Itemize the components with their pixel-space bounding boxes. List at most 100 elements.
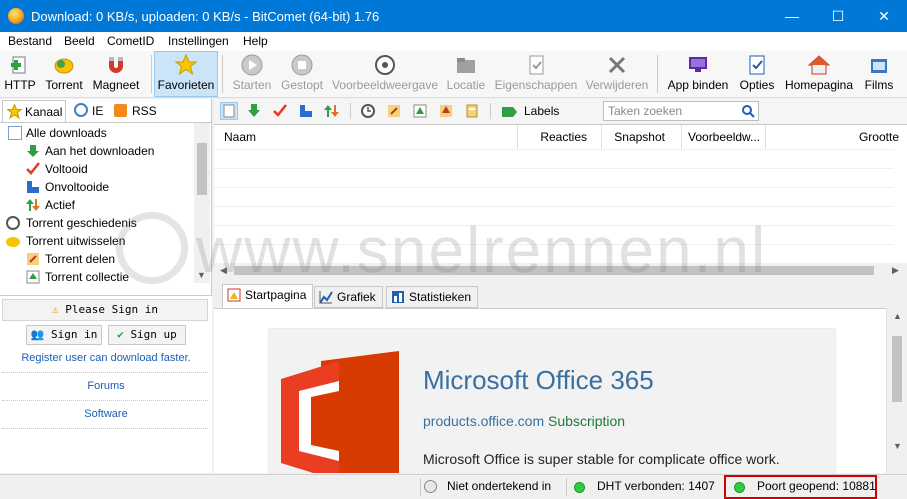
tree-item-all-downloads[interactable]: Alle downloads bbox=[2, 124, 194, 142]
tree-item-torrent-collection[interactable]: Torrent collectie bbox=[2, 268, 194, 284]
down-arrow-icon bbox=[26, 144, 40, 158]
add-torrent-button[interactable]: Torrent bbox=[42, 52, 86, 96]
signin-notice: ⚠ Please Sign in bbox=[2, 299, 208, 321]
channel-tree: Alle downloads Aan het downloaden Voltoo… bbox=[2, 124, 194, 284]
location-button[interactable]: Locatie bbox=[444, 52, 488, 96]
divider bbox=[2, 428, 208, 429]
main-toolbar: HTTP Torrent Magneet Favorieten Starten … bbox=[0, 51, 907, 98]
column-header-snapshot[interactable]: Snapshot bbox=[602, 125, 682, 149]
chevron-down-icon[interactable]: ▼ bbox=[197, 270, 206, 280]
scrollbar-thumb[interactable] bbox=[892, 336, 902, 402]
homepage-button[interactable]: Homepagina bbox=[782, 52, 856, 96]
tree-item-active[interactable]: Actief bbox=[2, 196, 194, 214]
preview-icon bbox=[374, 54, 396, 76]
menu-beeld[interactable]: Beeld bbox=[64, 34, 95, 48]
dht-status[interactable]: DHT verbonden: 1407 bbox=[597, 479, 715, 493]
tab-ie[interactable]: IE bbox=[72, 100, 106, 122]
ad-url[interactable]: products.office.com Subscription bbox=[423, 413, 625, 429]
app-bind-icon bbox=[687, 54, 709, 76]
scrollbar-thumb[interactable] bbox=[197, 143, 207, 195]
preview-button[interactable]: Voorbeeldweergave bbox=[331, 52, 439, 96]
incomplete-filter-icon[interactable] bbox=[298, 103, 314, 119]
close-button[interactable]: ✕ bbox=[861, 0, 907, 32]
app-bind-button[interactable]: App binden bbox=[664, 52, 732, 96]
new-task-icon[interactable] bbox=[220, 102, 238, 120]
document-icon bbox=[8, 126, 22, 140]
add-http-button[interactable]: HTTP bbox=[4, 52, 36, 96]
tab-statistieken[interactable]: Statistieken bbox=[386, 286, 479, 308]
search-icon[interactable] bbox=[741, 104, 755, 121]
column-header-reactions[interactable]: Reacties bbox=[518, 125, 602, 149]
list-horizontal-scrollbar[interactable]: ◀ ▶ bbox=[214, 263, 907, 278]
tab-startpagina[interactable]: Startpagina bbox=[222, 284, 314, 308]
column-header-name[interactable]: Naam bbox=[214, 125, 518, 149]
tree-item-torrent-exchange[interactable]: Torrent uitwisselen bbox=[2, 232, 194, 250]
rss-icon bbox=[114, 104, 127, 117]
sign-in-button[interactable]: 👥 Sign in bbox=[26, 325, 102, 345]
menu-help[interactable]: Help bbox=[243, 34, 268, 48]
stop-icon bbox=[291, 54, 313, 76]
office-ad-banner[interactable]: Microsoft Office 365 products.office.com… bbox=[268, 328, 836, 473]
signin-status[interactable]: Niet ondertekend in bbox=[447, 479, 551, 493]
software-link[interactable]: Software bbox=[0, 408, 212, 420]
tree-scrollbar[interactable]: ▼ bbox=[194, 123, 210, 283]
delete-button[interactable]: Verwijderen bbox=[585, 52, 649, 96]
register-link[interactable]: Register user can download faster. bbox=[0, 352, 212, 364]
chevron-up-icon[interactable]: ▲ bbox=[893, 311, 902, 321]
menu-instellingen[interactable]: Instellingen bbox=[168, 34, 229, 48]
column-header-size[interactable]: Grootte bbox=[766, 125, 907, 149]
chevron-left-icon[interactable]: ◀ bbox=[220, 265, 227, 276]
folder-location-icon bbox=[455, 54, 477, 76]
menu-bestand[interactable]: Bestand bbox=[8, 34, 52, 48]
chevron-down-icon[interactable]: ▼ bbox=[893, 441, 902, 451]
ad-title[interactable]: Microsoft Office 365 bbox=[423, 365, 654, 396]
play-icon bbox=[241, 54, 263, 76]
content-scrollbar[interactable]: ▲ ▼ bbox=[886, 308, 907, 473]
labels-button[interactable]: Labels bbox=[502, 102, 559, 120]
archive-filter-icon[interactable] bbox=[464, 103, 480, 119]
tree-item-torrent-share[interactable]: Torrent delen bbox=[2, 250, 194, 268]
tree-item-completed[interactable]: Voltooid bbox=[2, 160, 194, 178]
toolbar-separator bbox=[657, 55, 658, 93]
chart-icon bbox=[319, 290, 333, 310]
share-filter-icon[interactable] bbox=[386, 103, 402, 119]
active-filter-icon[interactable] bbox=[324, 103, 340, 119]
scrollbar-thumb[interactable] bbox=[234, 266, 874, 275]
download-filter-icon[interactable] bbox=[246, 103, 262, 119]
home-icon bbox=[807, 54, 831, 76]
add-http-icon bbox=[9, 54, 31, 76]
maximize-button[interactable]: ☐ bbox=[815, 0, 861, 32]
blocks-icon bbox=[26, 180, 40, 194]
status-divider bbox=[566, 478, 567, 496]
tree-item-torrent-history[interactable]: Torrent geschiedenis bbox=[2, 214, 194, 232]
movies-button[interactable]: Films bbox=[862, 52, 896, 96]
film-icon bbox=[868, 54, 890, 76]
toolbar-separator bbox=[151, 55, 152, 93]
exchange-filter-icon[interactable] bbox=[438, 103, 454, 119]
tree-item-incomplete[interactable]: Onvoltooide bbox=[2, 178, 194, 196]
add-magnet-button[interactable]: Magneet bbox=[90, 52, 142, 96]
completed-filter-icon[interactable] bbox=[272, 103, 288, 119]
start-button[interactable]: Starten bbox=[230, 52, 274, 96]
menu-cometid[interactable]: CometID bbox=[107, 34, 154, 48]
star-icon bbox=[174, 53, 198, 76]
stop-button[interactable]: Gestopt bbox=[278, 52, 326, 96]
chevron-right-icon[interactable]: ▶ bbox=[892, 265, 899, 276]
menu-bar: Bestand Beeld CometID Instellingen Help bbox=[0, 32, 907, 51]
port-status[interactable]: Poort geopend: 10881 bbox=[757, 479, 876, 493]
forums-link[interactable]: Forums bbox=[0, 380, 212, 392]
task-search-field[interactable]: Taken zoeken bbox=[603, 101, 759, 121]
tree-item-downloading[interactable]: Aan het downloaden bbox=[2, 142, 194, 160]
minimize-button[interactable]: — bbox=[769, 0, 815, 32]
history-icon[interactable] bbox=[360, 103, 376, 119]
properties-button[interactable]: Eigenschappen bbox=[493, 52, 579, 96]
favorites-button[interactable]: Favorieten bbox=[154, 51, 218, 97]
tab-grafiek[interactable]: Grafiek bbox=[314, 286, 383, 308]
sign-up-button[interactable]: ✔ Sign up bbox=[108, 325, 186, 345]
tab-kanaal[interactable]: Kanaal bbox=[2, 100, 66, 122]
tab-rss[interactable]: RSS bbox=[112, 100, 158, 122]
start-page-content: Microsoft Office 365 products.office.com… bbox=[214, 308, 886, 473]
collection-filter-icon[interactable] bbox=[412, 103, 428, 119]
options-button[interactable]: Opties bbox=[738, 52, 776, 96]
column-header-preview[interactable]: Voorbeeldw... bbox=[682, 125, 766, 149]
